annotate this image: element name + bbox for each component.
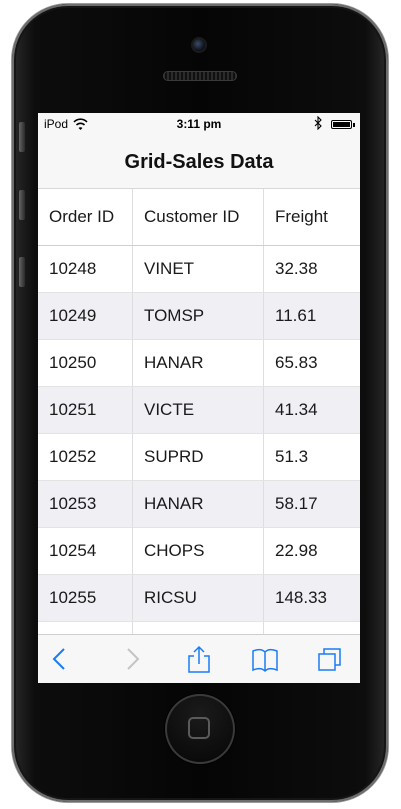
customer-id-cell: HANAR bbox=[133, 481, 264, 527]
tabs-icon[interactable] bbox=[316, 645, 344, 673]
order-id-cell: 10253 bbox=[38, 481, 133, 527]
mute-switch bbox=[19, 122, 25, 152]
customer-id-cell: VICTE bbox=[133, 387, 264, 433]
order-id-cell: 10248 bbox=[38, 246, 133, 292]
table-row-partial[interactable] bbox=[38, 622, 360, 634]
table-row[interactable]: 10249 TOMSP 11.61 bbox=[38, 293, 360, 340]
freight-cell bbox=[264, 622, 360, 634]
column-header-order-id[interactable]: Order ID bbox=[38, 189, 133, 245]
status-bar: iPod 3:11 pm bbox=[38, 113, 360, 135]
data-grid[interactable]: Order ID Customer ID Freight 10248 VINET… bbox=[38, 189, 360, 634]
bookmarks-icon[interactable] bbox=[251, 645, 279, 673]
customer-id-cell: HANAR bbox=[133, 340, 264, 386]
bluetooth-icon bbox=[314, 116, 322, 130]
order-id-cell: 10251 bbox=[38, 387, 133, 433]
status-time: 3:11 pm bbox=[176, 117, 222, 131]
table-row[interactable]: 10251 VICTE 41.34 bbox=[38, 387, 360, 434]
column-header-freight[interactable]: Freight bbox=[264, 189, 360, 245]
freight-cell: 11.61 bbox=[275, 306, 317, 325]
customer-id-cell: TOMSP bbox=[133, 293, 264, 339]
table-row[interactable]: 10250 HANAR 65.83 bbox=[38, 340, 360, 387]
table-row[interactable]: 10255 RICSU 148.33 bbox=[38, 575, 360, 622]
page-title: Grid-Sales Data bbox=[124, 151, 274, 173]
battery-icon bbox=[331, 120, 352, 129]
freight-cell: 148.33 bbox=[275, 588, 327, 607]
camera-icon bbox=[193, 39, 205, 51]
order-id-cell: 10255 bbox=[38, 575, 133, 621]
back-icon[interactable] bbox=[46, 645, 74, 673]
order-id-cell: 10252 bbox=[38, 434, 133, 480]
order-id-cell: 10250 bbox=[38, 340, 133, 386]
table-row[interactable]: 10254 CHOPS 22.98 bbox=[38, 528, 360, 575]
customer-id-cell: SUPRD bbox=[133, 434, 264, 480]
forward-icon[interactable] bbox=[118, 645, 146, 673]
battery-tip bbox=[353, 123, 355, 127]
share-icon[interactable] bbox=[185, 645, 213, 673]
freight-cell: 32.38 bbox=[275, 259, 318, 278]
order-id-cell bbox=[38, 622, 133, 634]
order-id-cell: 10254 bbox=[38, 528, 133, 574]
freight-cell: 65.83 bbox=[275, 353, 318, 372]
customer-id-cell bbox=[133, 622, 264, 634]
freight-cell: 22.98 bbox=[275, 541, 318, 560]
table-row[interactable]: 10248 VINET 32.38 bbox=[38, 246, 360, 293]
customer-id-cell: VINET bbox=[133, 246, 264, 292]
home-square-icon bbox=[188, 717, 210, 739]
volume-down-button bbox=[19, 257, 25, 287]
speaker-grille bbox=[163, 71, 237, 81]
title-bar: Grid-Sales Data bbox=[38, 135, 360, 189]
home-button[interactable] bbox=[165, 694, 235, 764]
grid-header-row: Order ID Customer ID Freight bbox=[38, 189, 360, 246]
screen: iPod 3:11 pm Grid-Sales Data Order ID Cu… bbox=[38, 113, 360, 683]
freight-cell: 41.34 bbox=[275, 400, 318, 419]
safari-toolbar bbox=[38, 634, 360, 683]
order-id-cell: 10249 bbox=[38, 293, 133, 339]
freight-cell: 51.3 bbox=[275, 447, 309, 466]
volume-up-button bbox=[19, 190, 25, 220]
freight-cell: 58.17 bbox=[275, 494, 318, 513]
column-header-customer-id[interactable]: Customer ID bbox=[133, 189, 264, 245]
table-row[interactable]: 10253 HANAR 58.17 bbox=[38, 481, 360, 528]
customer-id-cell: CHOPS bbox=[133, 528, 264, 574]
customer-id-cell: RICSU bbox=[133, 575, 264, 621]
table-row[interactable]: 10252 SUPRD 51.3 bbox=[38, 434, 360, 481]
